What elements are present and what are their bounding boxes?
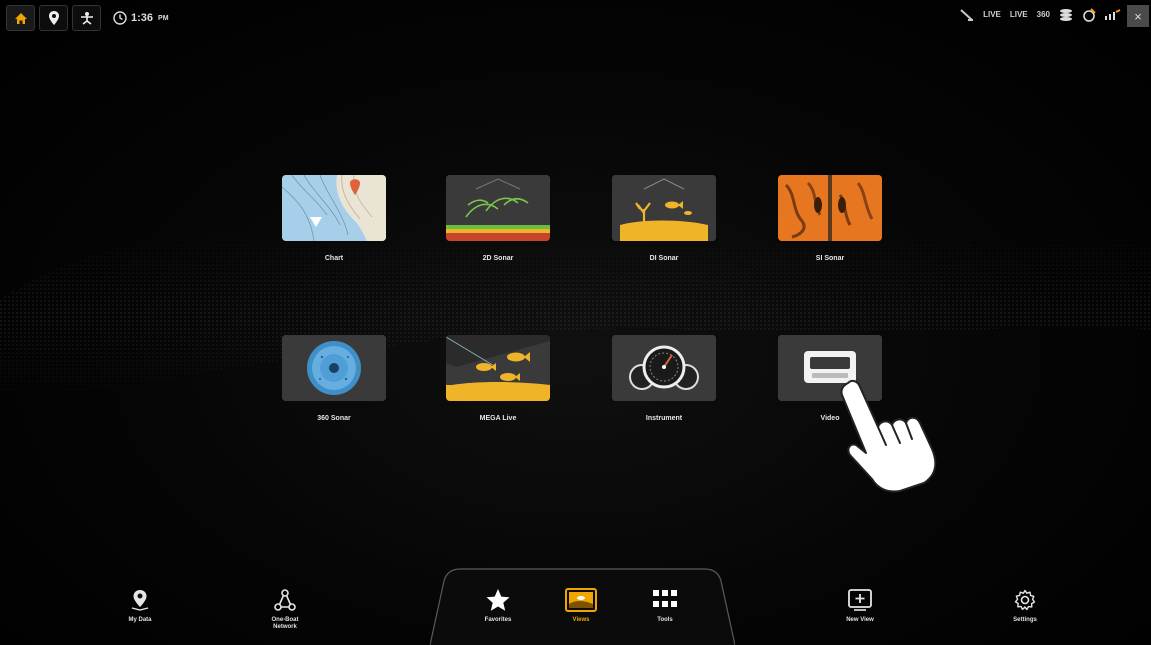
view-label: Instrument: [645, 415, 683, 422]
compass-icon: [1083, 8, 1096, 22]
network-icon: [1060, 9, 1072, 21]
my-data-icon: [131, 590, 149, 611]
view-tile-instrument[interactable]: Instrument: [612, 335, 716, 422]
nav-label: One-Boat: [271, 617, 299, 623]
man-overboard-button[interactable]: [72, 5, 101, 31]
waypoint-button[interactable]: [39, 5, 68, 31]
new-view-button[interactable]: New View: [815, 587, 905, 624]
live-icon: LIVE: [983, 10, 1001, 19]
view-label: DI Sonar: [649, 255, 679, 262]
bottom-nav-bar: My Data One-Boat Network Favorites Views …: [0, 555, 1151, 645]
network-nodes-icon: [274, 589, 296, 611]
home-icon: [14, 12, 27, 24]
nav-label: Views: [572, 617, 590, 623]
view-label: 2D Sonar: [482, 255, 514, 262]
view-label: Chart: [324, 255, 344, 262]
home-button[interactable]: [6, 5, 35, 31]
antenna-icon: [960, 9, 974, 21]
view-tile-2d-sonar[interactable]: 2D Sonar: [446, 175, 550, 262]
sonar-360-icon: 360: [1036, 10, 1050, 19]
2d-sonar-thumbnail: [446, 175, 550, 241]
view-label: 360 Sonar: [317, 415, 351, 422]
favorites-button[interactable]: Favorites: [453, 587, 543, 624]
man-overboard-icon: [80, 12, 93, 25]
close-button[interactable]: ×: [1127, 5, 1149, 27]
view-label: MEGA Live: [479, 415, 517, 422]
view-tile-mega-live[interactable]: MEGA Live: [446, 335, 550, 422]
nav-label: Tools: [657, 617, 673, 623]
view-tile-di-sonar[interactable]: DI Sonar: [612, 175, 716, 262]
mega-live-thumbnail: [446, 335, 550, 401]
view-tile-360-sonar[interactable]: 360 Sonar: [282, 335, 386, 422]
background-wave-pattern: [0, 0, 1151, 645]
view-tile-chart[interactable]: Chart: [282, 175, 386, 262]
grid-icon: [653, 590, 677, 607]
tools-button[interactable]: Tools: [620, 587, 710, 624]
video-thumbnail: [778, 335, 882, 401]
live-icon: LIVE: [1009, 10, 1028, 19]
add-view-icon: [848, 589, 872, 611]
nav-label: My Data: [128, 617, 152, 623]
my-data-button[interactable]: My Data: [95, 587, 185, 624]
clock-time: 1:36: [131, 12, 154, 24]
home-screen: 1:36 PM LIVE LIVE 360 × Chart 2D Sonar D…: [0, 0, 1151, 645]
instrument-thumbnail: [612, 335, 716, 401]
star-icon: [486, 589, 510, 611]
signal-icon: [1105, 9, 1121, 20]
clock-ampm: PM: [158, 14, 169, 22]
nav-label: Network: [273, 624, 297, 630]
settings-button[interactable]: Settings: [980, 587, 1070, 624]
si-sonar-thumbnail: [778, 175, 882, 241]
chart-thumbnail: [282, 175, 386, 241]
clock: 1:36 PM: [113, 11, 169, 25]
view-label: Video: [820, 415, 840, 422]
views-button[interactable]: Views: [536, 587, 626, 624]
view-tile-si-sonar[interactable]: SI Sonar: [778, 175, 882, 262]
one-boat-network-button[interactable]: One-Boat Network: [240, 587, 330, 631]
nav-label: New View: [846, 617, 874, 623]
nav-label: Favorites: [484, 617, 512, 623]
clock-icon: [113, 11, 127, 25]
gear-icon: [1014, 589, 1036, 611]
view-tile-video[interactable]: Video: [778, 335, 882, 422]
view-label: SI Sonar: [815, 255, 845, 262]
nav-label: Settings: [1013, 617, 1037, 623]
di-sonar-thumbnail: [612, 175, 716, 241]
top-status-bar: 1:36 PM LIVE LIVE 360 ×: [0, 0, 1151, 36]
views-icon: [565, 588, 597, 612]
map-pin-icon: [48, 11, 59, 25]
360-sonar-thumbnail: [282, 335, 386, 401]
